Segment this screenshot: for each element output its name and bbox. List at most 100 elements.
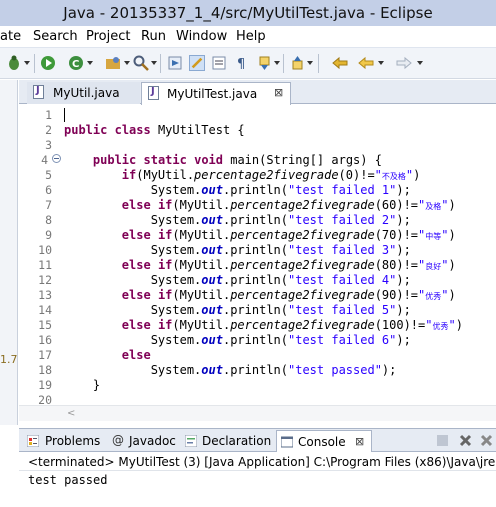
next-annotation-icon[interactable]: [257, 55, 273, 71]
tab-declaration[interactable]: Declaration: [181, 430, 274, 452]
declaration-icon: [185, 435, 197, 447]
horizontal-scrollbar[interactable]: <: [19, 405, 496, 421]
previous-annotation-icon[interactable]: [290, 55, 306, 71]
search-dropdown-icon[interactable]: [151, 61, 157, 65]
menu-navigate[interactable]: ate: [0, 29, 21, 44]
code-line: else if(MyUtil.percentage2fivegrade(90)!…: [121, 288, 456, 302]
fold-collapse-icon[interactable]: [52, 154, 61, 163]
remove-all-terminated-icon[interactable]: [480, 434, 493, 447]
code-line: public class MyUtilTest {: [64, 123, 245, 137]
line-number: 10: [38, 243, 52, 257]
code-line: }: [64, 378, 101, 392]
line-number: 19: [38, 378, 52, 392]
problems-icon: [27, 435, 39, 447]
previous-annotation-dropdown-icon[interactable]: [307, 61, 313, 65]
java-file-icon: [33, 85, 44, 99]
line-number: 17: [38, 348, 52, 362]
terminate-icon[interactable]: [437, 435, 448, 446]
line-number: 14: [38, 303, 52, 317]
line-number: 6: [45, 183, 52, 197]
line-number: 7: [45, 198, 52, 212]
tab-myutiltest-java[interactable]: MyUtilTest.java ⊠: [141, 82, 291, 105]
tab-label: Javadoc: [129, 434, 176, 448]
code-editor[interactable]: 1 2 3 4 5 6 7 8 9 10 11 12 13 14 15 16 1…: [19, 105, 496, 425]
remove-launch-icon[interactable]: [459, 434, 472, 447]
console-output-text: test passed: [28, 473, 108, 487]
menu-help[interactable]: Help: [236, 29, 266, 44]
toolbar-separator: [34, 54, 35, 73]
search-icon[interactable]: [133, 55, 149, 71]
left-fragment-text: 1.7: [0, 353, 18, 366]
next-annotation-dropdown-icon[interactable]: [274, 61, 280, 65]
tab-label: MyUtilTest.java: [167, 87, 258, 101]
code-line: if(MyUtil.percentage2fivegrade(0)!="不及格"…: [121, 168, 421, 182]
svg-text:C: C: [72, 59, 79, 70]
menu-search[interactable]: Search: [33, 29, 78, 44]
toolbar-separator: [160, 54, 161, 73]
text-cursor: [64, 108, 65, 122]
run-icon[interactable]: [40, 55, 56, 71]
tab-javadoc[interactable]: @ Javadoc: [108, 430, 180, 452]
line-number: 3: [45, 138, 52, 152]
code-line: System.out.println("test failed 6");: [64, 333, 411, 347]
debug-dropdown-icon[interactable]: [24, 61, 30, 65]
code-line: System.out.println("test failed 2");: [64, 213, 411, 227]
new-java-project-icon[interactable]: [105, 55, 121, 71]
menu-window[interactable]: Window: [176, 29, 227, 44]
tab-label: Problems: [45, 434, 101, 448]
editor-tab-bar: MyUtil.java MyUtilTest.java ⊠: [19, 80, 496, 105]
window-title: Java - 20135337_1_4/src/MyUtilTest.java …: [63, 4, 433, 22]
code-line: System.out.println("test failed 5");: [64, 303, 411, 317]
line-number: 15: [38, 318, 52, 332]
toggle-mark-occurrences-icon[interactable]: [211, 55, 227, 71]
line-number: 16: [38, 333, 52, 347]
line-number: 12: [38, 273, 52, 287]
highlight-icon[interactable]: [189, 55, 205, 71]
java-file-icon: [148, 86, 159, 100]
line-number: 13: [38, 288, 52, 302]
menu-run[interactable]: Run: [141, 29, 166, 44]
code-line: System.out.println("test failed 1");: [64, 183, 411, 197]
tab-label: Declaration: [202, 434, 272, 448]
new-class-dropdown-icon[interactable]: [87, 61, 93, 65]
line-number: 8: [45, 213, 52, 227]
debug-icon[interactable]: [6, 55, 22, 71]
console-icon: [281, 436, 293, 448]
forward-icon[interactable]: [396, 55, 412, 71]
tab-label: Console: [298, 435, 346, 449]
line-number: 18: [38, 363, 52, 377]
main-toolbar: C ¶: [0, 48, 496, 79]
last-edit-icon[interactable]: [332, 55, 348, 71]
code-line: else if(MyUtil.percentage2fivegrade(80)!…: [121, 258, 456, 272]
menu-bar: ate Search Project Run Window Help: [0, 26, 496, 48]
new-class-icon[interactable]: C: [68, 55, 84, 71]
svg-text:¶: ¶: [237, 57, 245, 71]
back-icon[interactable]: [358, 55, 374, 71]
code-line: else if(MyUtil.percentage2fivegrade(100)…: [121, 318, 463, 332]
tab-console[interactable]: Console ⊠: [276, 430, 372, 452]
show-whitespace-icon[interactable]: ¶: [234, 55, 250, 71]
close-icon[interactable]: ⊠: [274, 86, 283, 99]
code-line: System.out.println("test passed");: [64, 363, 397, 377]
console-output[interactable]: test passed: [19, 471, 496, 507]
code-line: System.out.println("test failed 3");: [64, 243, 411, 257]
code-line: System.out.println("test failed 4");: [64, 273, 411, 287]
code-line: else if(MyUtil.percentage2fivegrade(60)!…: [121, 198, 456, 212]
toolbar-separator: [318, 54, 319, 73]
tab-problems[interactable]: Problems: [23, 430, 107, 452]
line-number: 4: [41, 153, 48, 167]
scroll-left-icon[interactable]: <: [67, 408, 75, 419]
bottom-panel-tab-bar: Problems @ Javadoc Declaration Console ⊠: [19, 428, 496, 452]
tab-myutil-java[interactable]: MyUtil.java: [27, 82, 140, 104]
forward-dropdown-icon[interactable]: [417, 61, 423, 65]
project-dropdown-icon[interactable]: [124, 61, 130, 65]
console-status: <terminated> MyUtilTest (3) [Java Applic…: [19, 453, 496, 471]
back-dropdown-icon[interactable]: [378, 61, 384, 65]
menu-project[interactable]: Project: [86, 29, 130, 44]
at-icon: @: [112, 433, 124, 447]
console-launch-description: <terminated> MyUtilTest (3) [Java Applic…: [28, 455, 496, 469]
open-type-icon[interactable]: [167, 55, 183, 71]
line-number: 5: [45, 168, 52, 182]
close-icon[interactable]: ⊠: [355, 435, 364, 448]
line-number-ruler: 1 2 3 4 5 6 7 8 9 10 11 12 13 14 15 16 1…: [19, 105, 56, 407]
